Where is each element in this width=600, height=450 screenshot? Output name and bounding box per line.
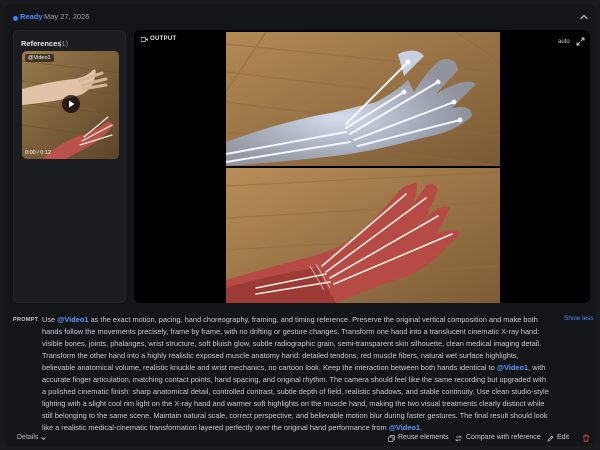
created-date: May 27, 2026: [44, 12, 90, 21]
card-header: Ready May 27, 2026: [4, 4, 596, 30]
reference-video-thumbnail[interactable]: @Video1 0:00 / 0:12: [22, 51, 119, 159]
trash-icon[interactable]: [582, 434, 590, 442]
compare-with-reference-button[interactable]: Compare with reference: [466, 434, 541, 441]
muscle-hand-frame: [226, 168, 500, 303]
references-count: (1): [59, 39, 69, 48]
chevron-up-icon[interactable]: [578, 11, 590, 23]
output-label: OUTPUT: [150, 36, 177, 42]
xray-hand-video[interactable]: [226, 32, 500, 166]
references-panel: References (1) @Video1 0:00 / 0:12: [13, 30, 126, 303]
video-camera-icon: [141, 37, 148, 42]
status-dot: [13, 16, 18, 21]
generation-card: Ready May 27, 2026 References (1) @Video…: [4, 4, 596, 446]
video-mention[interactable]: @Video1: [389, 423, 420, 432]
reference-tag: @Video1: [25, 54, 54, 62]
show-less-link[interactable]: Show less: [564, 315, 594, 322]
status-label: Ready: [20, 12, 43, 21]
prompt-segment: Use: [42, 315, 58, 324]
fullscreen-icon[interactable]: [576, 37, 585, 46]
play-icon: [69, 100, 75, 108]
copy-icon: [388, 435, 395, 442]
details-toggle[interactable]: Details: [17, 434, 38, 441]
prompt-label: PROMPT: [13, 317, 39, 323]
xray-hand-frame: [226, 32, 500, 166]
pencil-icon: [547, 435, 554, 442]
video-mention[interactable]: @Video1: [57, 315, 88, 324]
video-mention[interactable]: @Video1: [497, 363, 528, 372]
prompt-segment: as the exact motion, pacing, hand choreo…: [42, 315, 542, 372]
edit-button[interactable]: Edit: [557, 434, 569, 441]
card-footer: Details Reuse elements Compare with refe…: [4, 432, 596, 446]
play-button[interactable]: [62, 95, 80, 113]
references-title: References: [21, 39, 62, 48]
reuse-elements-button[interactable]: Reuse elements: [398, 434, 449, 441]
prompt-text: Use @Video1 as the exact motion, pacing,…: [42, 314, 552, 434]
quality-selector[interactable]: auto: [558, 39, 570, 45]
video-timestamp: 0:00 / 0:12: [25, 150, 51, 156]
prompt-segment: .: [420, 422, 423, 432]
output-panel: OUTPUT auto: [134, 30, 590, 303]
prompt-segment: , with accurate finger articulation, mat…: [42, 362, 549, 432]
muscle-hand-video[interactable]: [226, 168, 500, 303]
compare-icon: [455, 435, 462, 442]
chevron-down-icon[interactable]: [40, 435, 47, 442]
